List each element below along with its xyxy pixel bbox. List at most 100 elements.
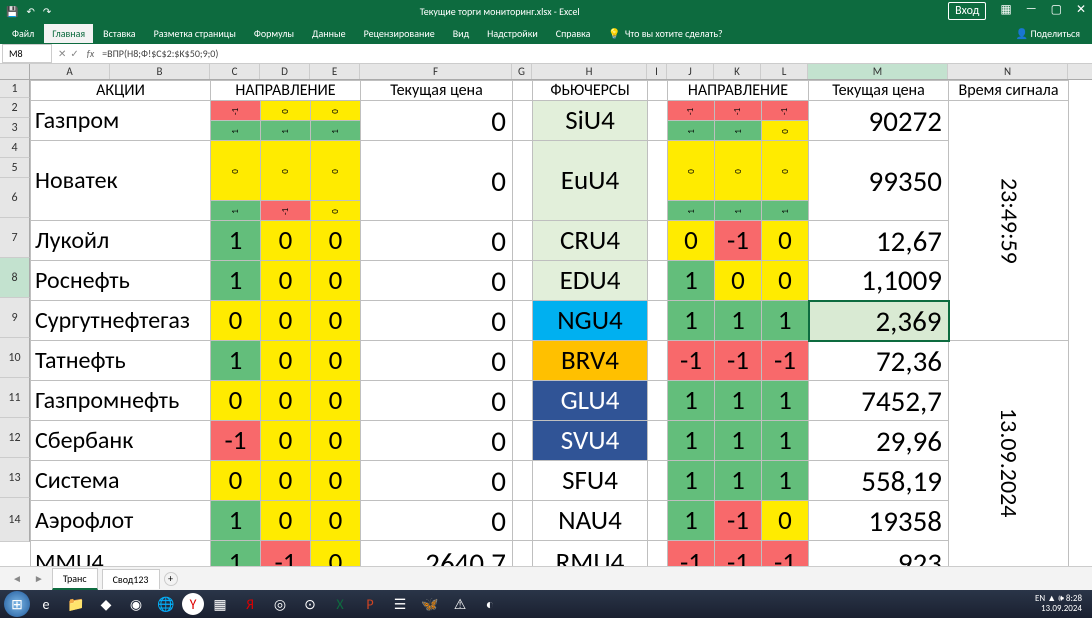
cell[interactable]: 1 [311,121,361,141]
cell[interactable]: 0 [311,301,361,341]
cell[interactable]: 0 [361,341,513,381]
tab-data[interactable]: Данные [304,24,354,43]
cell[interactable]: NAU4 [533,501,648,541]
col-header-G[interactable]: G [512,64,532,79]
cell[interactable]: 23:49:59 [949,101,1069,341]
cell[interactable]: 0 [261,261,311,301]
cell[interactable]: 0 [762,121,809,141]
cell[interactable]: SFU4 [533,461,648,501]
cell[interactable]: 0 [261,341,311,381]
cell[interactable]: АКЦИИ [31,81,211,101]
cell[interactable] [648,101,668,141]
row-header-2[interactable]: 2 [0,98,30,118]
col-header-M[interactable]: M [808,64,948,79]
cell[interactable] [648,381,668,421]
col-header-J[interactable]: J [667,64,714,79]
cell[interactable]: 1 [715,201,762,221]
cell[interactable]: 1 [668,261,715,301]
row-header-5[interactable]: 5 [0,158,30,178]
cell[interactable]: 1 [668,421,715,461]
cell[interactable]: -1 [715,101,762,121]
cell[interactable]: Время сигнала [949,81,1069,101]
cell[interactable] [648,81,668,101]
cell[interactable]: НАПРАВЛЕНИЕ [211,81,361,101]
cell[interactable] [513,301,533,341]
cell[interactable]: 0 [261,141,311,201]
cell[interactable]: 1 [211,201,261,221]
cell[interactable]: Текущая цена [809,81,949,101]
fx-icon[interactable]: fx [83,47,98,60]
cell[interactable]: 0 [311,141,361,201]
cell[interactable]: 1 [762,381,809,421]
cell[interactable]: -1 [715,541,762,567]
cell[interactable]: 0 [361,501,513,541]
close-icon[interactable]: ✕ [1076,2,1086,20]
cell[interactable]: 558,19 [809,461,949,501]
cell[interactable]: EuU4 [533,141,648,221]
enter-icon[interactable]: ✓ [70,47,78,60]
cell[interactable]: 1 [715,461,762,501]
sheet-tab-trans[interactable]: Транс [52,568,98,590]
system-tray[interactable]: EN ▲ 🕪 8:2813.09.2024 [1029,594,1088,614]
cell[interactable]: 1 [762,301,809,341]
row-header-9[interactable]: 9 [0,298,30,338]
cell[interactable]: Газпромнефть [31,381,211,421]
cancel-icon[interactable]: ✕ [58,47,66,60]
cell[interactable]: CRU4 [533,221,648,261]
cell[interactable]: 2640,7 [361,541,513,567]
cell[interactable]: 0 [311,381,361,421]
cell[interactable] [648,261,668,301]
cell[interactable]: -1 [762,341,809,381]
row-header-14[interactable]: 14 [0,498,30,542]
cell[interactable]: 0 [311,201,361,221]
cell[interactable] [648,541,668,567]
cell[interactable]: 0 [361,461,513,501]
cell[interactable] [513,141,533,221]
cell[interactable]: 0 [261,461,311,501]
col-header-A[interactable]: A [30,64,110,79]
cell[interactable]: -1 [211,421,261,461]
cell[interactable]: 0 [311,501,361,541]
cell[interactable]: 1 [762,461,809,501]
cell[interactable] [513,381,533,421]
cell[interactable]: -1 [762,541,809,567]
cell[interactable]: НАПРАВЛЕНИЕ [668,81,809,101]
cell[interactable]: 0 [361,221,513,261]
col-header-C[interactable]: C [210,64,260,79]
cell[interactable]: 0 [311,261,361,301]
cell[interactable]: NGU4 [533,301,648,341]
cell[interactable]: Лукойл [31,221,211,261]
undo-icon[interactable]: ↶ [26,5,34,18]
cell[interactable]: 0 [762,141,809,201]
cell[interactable] [513,81,533,101]
cell[interactable]: -1 [715,341,762,381]
cell[interactable]: 0 [361,261,513,301]
tab-file[interactable]: Файл [4,24,42,43]
cell[interactable]: 13.09.2024 [949,341,1069,567]
cell[interactable]: 0 [762,261,809,301]
tab-review[interactable]: Рецензирование [356,24,443,43]
cell[interactable]: 1 [261,121,311,141]
taskbar-chrome-icon[interactable]: ◉ [122,592,150,616]
row-header-13[interactable]: 13 [0,458,30,498]
tab-layout[interactable]: Разметка страницы [146,24,244,43]
row-header-4[interactable]: 4 [0,138,30,158]
cell[interactable] [513,541,533,567]
cell[interactable] [513,261,533,301]
cell[interactable]: 0 [261,301,311,341]
cell[interactable]: 0 [311,101,361,121]
cell[interactable] [513,421,533,461]
taskbar-ppt-icon[interactable]: P [356,592,384,616]
cell[interactable] [648,421,668,461]
cell[interactable]: 1 [668,461,715,501]
cell[interactable]: 0 [361,101,513,141]
cell[interactable]: 0 [762,501,809,541]
col-header-D[interactable]: D [260,64,310,79]
cell[interactable]: 1 [668,121,715,141]
cell[interactable]: 1 [715,381,762,421]
cell[interactable]: 923 [809,541,949,567]
save-icon[interactable]: 💾 [6,5,18,18]
col-header-H[interactable]: H [532,64,647,79]
cell[interactable]: 0 [715,141,762,201]
row-header-3[interactable]: 3 [0,118,30,138]
